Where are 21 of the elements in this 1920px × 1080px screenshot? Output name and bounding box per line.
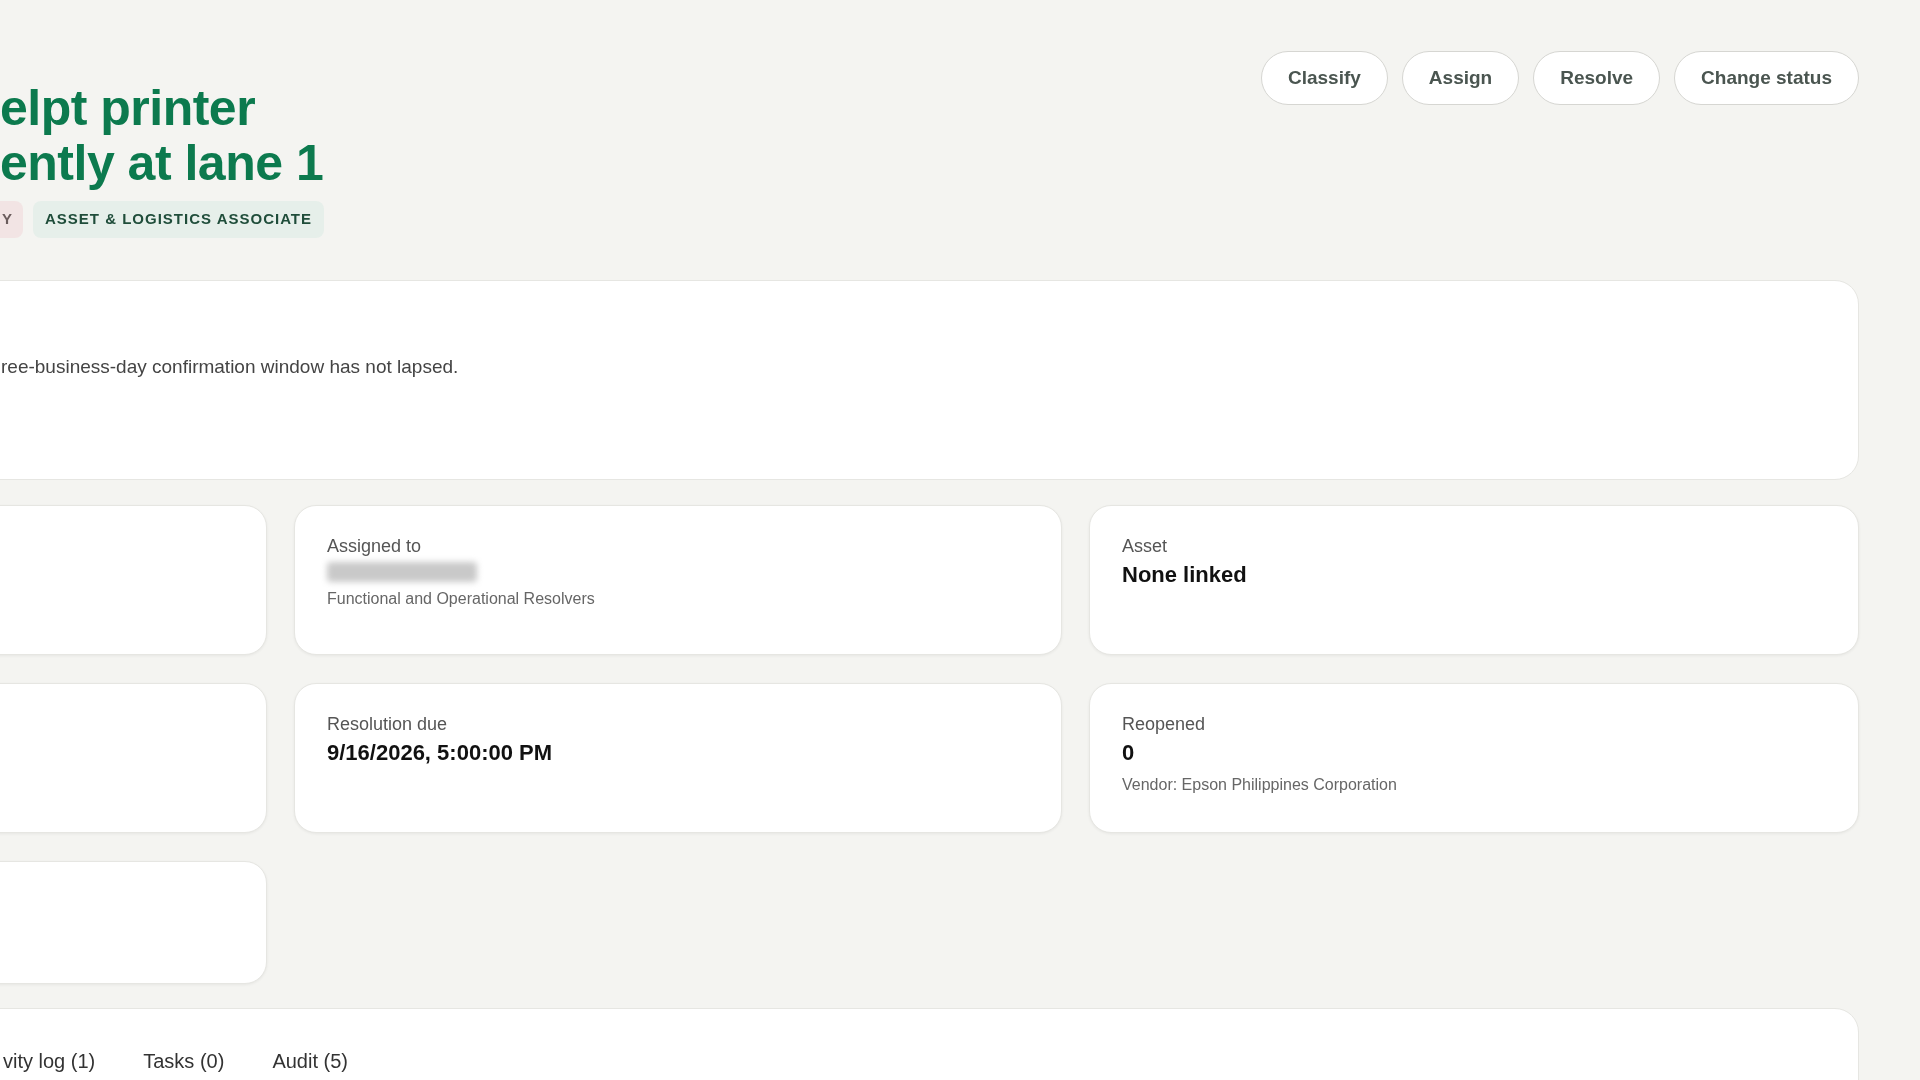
tab[interactable]: Tasks (0) — [143, 1046, 225, 1075]
action-button[interactable]: Classify — [1260, 51, 1388, 105]
role-badge: Y — [0, 201, 23, 238]
action-button[interactable]: Resolve — [1533, 51, 1661, 105]
field-value: None linked — [1122, 560, 1247, 589]
action-button[interactable]: Change status — [1674, 51, 1859, 105]
field-label: Asset — [1122, 534, 1168, 558]
field-subtext: Vendor: Epson Philippines Corporation — [1122, 774, 1397, 795]
field-value: 9/16/2026, 5:00:00 PM — [327, 738, 553, 767]
action-button[interactable]: Assign — [1401, 51, 1520, 105]
field-subtext: Functional and Operational Resolvers — [327, 588, 595, 609]
ticket-title: elpt printer — [0, 81, 256, 136]
tab[interactable]: Audit (5) — [272, 1046, 348, 1075]
field-label: Resolution due — [327, 712, 448, 736]
field-label: Assigned to — [327, 534, 422, 558]
role-badge: ASSET & LOGISTICS ASSOCIATE — [33, 201, 325, 238]
field-value: 0 — [1122, 738, 1135, 767]
notice-text: ree-business-day confirmation window has not lapsed. — [1, 355, 459, 377]
tab[interactable]: vity log (1) — [3, 1046, 96, 1075]
field-label: Reopened — [1122, 712, 1206, 736]
ticket-title: ently at lane 1 — [0, 136, 324, 191]
